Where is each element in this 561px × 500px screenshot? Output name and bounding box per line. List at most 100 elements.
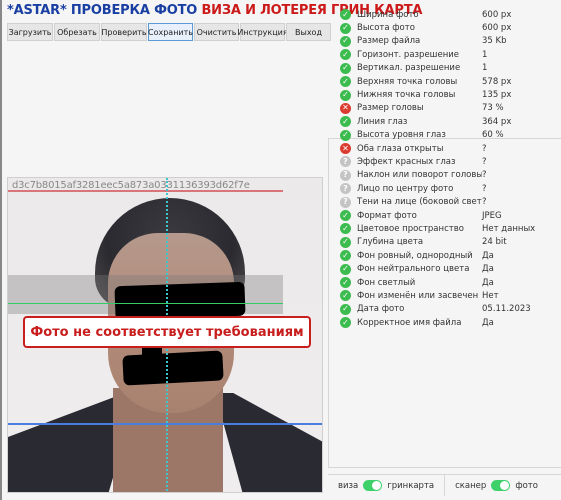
check-circle-icon: ✓ <box>340 277 351 288</box>
check-row: ✓ Глубина цвета 24 bit <box>340 236 560 249</box>
check-value: Нет данных <box>482 223 536 234</box>
eye-line <box>8 303 283 304</box>
check-circle-icon: ✓ <box>340 49 351 61</box>
visa-greencard-toggle[interactable] <box>363 480 383 491</box>
check-label: Верхняя точка головы <box>357 76 458 87</box>
exit-button[interactable]: Выход <box>286 23 331 41</box>
check-label: Нижняя точка головы <box>357 90 456 101</box>
question-circle-icon: ? <box>340 196 351 208</box>
check-circle-icon: ✓ <box>340 35 351 47</box>
check-circle-icon: ✓ <box>340 76 351 88</box>
check-row: ✓ Горизонт. разрешение 1 <box>340 48 560 61</box>
check-label: Цветовое пространство <box>357 223 464 234</box>
check-button[interactable]: Проверить <box>101 23 147 41</box>
check-row: ✓ Высота уровня глаз 60 % <box>340 129 560 142</box>
load-button[interactable]: Загрузить <box>7 23 53 41</box>
check-circle-icon: ✓ <box>340 290 351 302</box>
check-row: ? Тени на лице (боковой свет)? <box>340 195 560 208</box>
check-value: Да <box>482 264 494 275</box>
check-circle-icon: ✓ <box>340 22 351 34</box>
check-circle-icon: ✓ <box>340 89 351 101</box>
visa-greencard-switch-group: виза гринкарта <box>328 475 434 496</box>
check-circle-icon: ✓ <box>340 62 351 74</box>
check-row: ✓ Корректное имя файла Да <box>340 316 560 329</box>
check-row: ✕ Оба глаза открыты? <box>340 142 560 155</box>
check-label: Горизонт. разрешение <box>357 49 460 60</box>
check-value: 1 <box>482 63 488 74</box>
check-circle-icon: ✓ <box>340 236 351 248</box>
toolbar: Загрузить Обрезать Проверить Сохранить О… <box>7 23 331 41</box>
check-label: Дата фото <box>357 304 405 315</box>
check-label: Оба глаза открыты <box>357 143 444 154</box>
check-row: ✓ Размер файла 35 Kb <box>340 35 560 48</box>
check-row: ✓ Фон ровный, однородный Да <box>340 249 560 262</box>
check-circle-icon: ✓ <box>340 317 351 329</box>
check-circle-icon: ✓ <box>340 210 351 222</box>
check-circle-icon: ✓ <box>340 9 351 21</box>
check-value: ? <box>482 156 487 167</box>
check-value: 1 <box>482 49 488 60</box>
save-button[interactable]: Сохранить <box>148 23 193 41</box>
check-value: 578 px <box>482 76 512 87</box>
check-row: ✓ Цветовое пространство Нет данных <box>340 222 560 235</box>
crop-button[interactable]: Обрезать <box>54 23 100 41</box>
check-circle-icon: ✓ <box>340 263 351 275</box>
check-value: 05.11.2023 <box>482 304 531 315</box>
check-row: ✓ Дата фото 05.11.2023 <box>340 303 560 316</box>
check-row: ✕ Размер головы 73 % <box>340 102 560 115</box>
check-label: Линия глаз <box>357 116 408 127</box>
greencard-label: гринкарта <box>387 480 435 491</box>
check-label: Лицо по центру фото <box>357 183 454 194</box>
check-value: ? <box>482 143 487 154</box>
check-value: 60 % <box>482 130 504 141</box>
check-label: Вертикал. разрешение <box>357 63 461 74</box>
check-value: Нет <box>482 290 499 301</box>
question-circle-icon: ? <box>340 183 351 195</box>
check-value: Да <box>482 250 494 261</box>
check-label: Формат фото <box>357 210 417 221</box>
scanner-label: сканер <box>455 480 487 491</box>
question-circle-icon: ? <box>340 156 351 168</box>
check-value: JPEG <box>482 210 502 221</box>
check-value: Да <box>482 317 494 328</box>
check-label: Высота уровня глаз <box>357 130 446 141</box>
scanner-photo-switch-group: сканер фото <box>444 475 538 496</box>
check-label: Размер головы <box>357 103 424 114</box>
check-row: ? Лицо по центру фото? <box>340 182 560 195</box>
check-row: ✓ Ширина фото 600 px <box>340 8 560 21</box>
check-value: ? <box>482 197 487 208</box>
check-value: 364 px <box>482 116 512 127</box>
check-value: 600 px <box>482 9 512 20</box>
check-label: Ширина фото <box>357 9 419 20</box>
photo-preview: d3c7b8015af3281eec5a873a0331136393d62f7e… <box>7 177 323 493</box>
photo-label: фото <box>515 480 538 491</box>
check-row: ✓ Фон нейтрального цвета Да <box>340 262 560 275</box>
clear-button[interactable]: Очистить <box>194 23 239 41</box>
check-row: ✓ Высота фото 600 px <box>340 21 560 34</box>
warning-banner: Фото не соответствует требованиям <box>23 316 311 348</box>
eye-censor-bar <box>114 281 246 321</box>
check-row: ✓ Линия глаз 364 px <box>340 115 560 128</box>
check-value: ? <box>482 170 487 181</box>
check-circle-icon: ✓ <box>340 116 351 128</box>
check-label: Тени на лице (боковой свет) <box>357 197 482 208</box>
check-row: ? Наклон или поворот головы? <box>340 169 560 182</box>
check-label: Высота фото <box>357 23 415 34</box>
check-row: ✓ Фон светлый Да <box>340 276 560 289</box>
check-value: 600 px <box>482 23 512 34</box>
mouth-censor-bar <box>122 350 224 386</box>
check-value: 135 px <box>482 90 512 101</box>
instruction-button[interactable]: Инструкция <box>237 23 288 41</box>
check-value: Да <box>482 277 494 288</box>
check-label: Наклон или поворот головы <box>357 170 482 181</box>
check-circle-icon: ✓ <box>340 223 351 235</box>
check-label: Эффект красных глаз <box>357 156 456 167</box>
check-label: Фон нейтрального цвета <box>357 264 470 275</box>
scanner-photo-toggle[interactable] <box>491 480 511 491</box>
check-row: ✓ Фон изменён или засвечен Нет <box>340 289 560 302</box>
check-value: 24 bit <box>482 237 507 248</box>
check-label: Фон светлый <box>357 277 416 288</box>
app-title-primary: *ASTAR* ПРОВЕРКА ФОТО <box>7 3 198 18</box>
check-row: ✓ Верхняя точка головы 578 px <box>340 75 560 88</box>
window-left-border <box>0 0 2 500</box>
